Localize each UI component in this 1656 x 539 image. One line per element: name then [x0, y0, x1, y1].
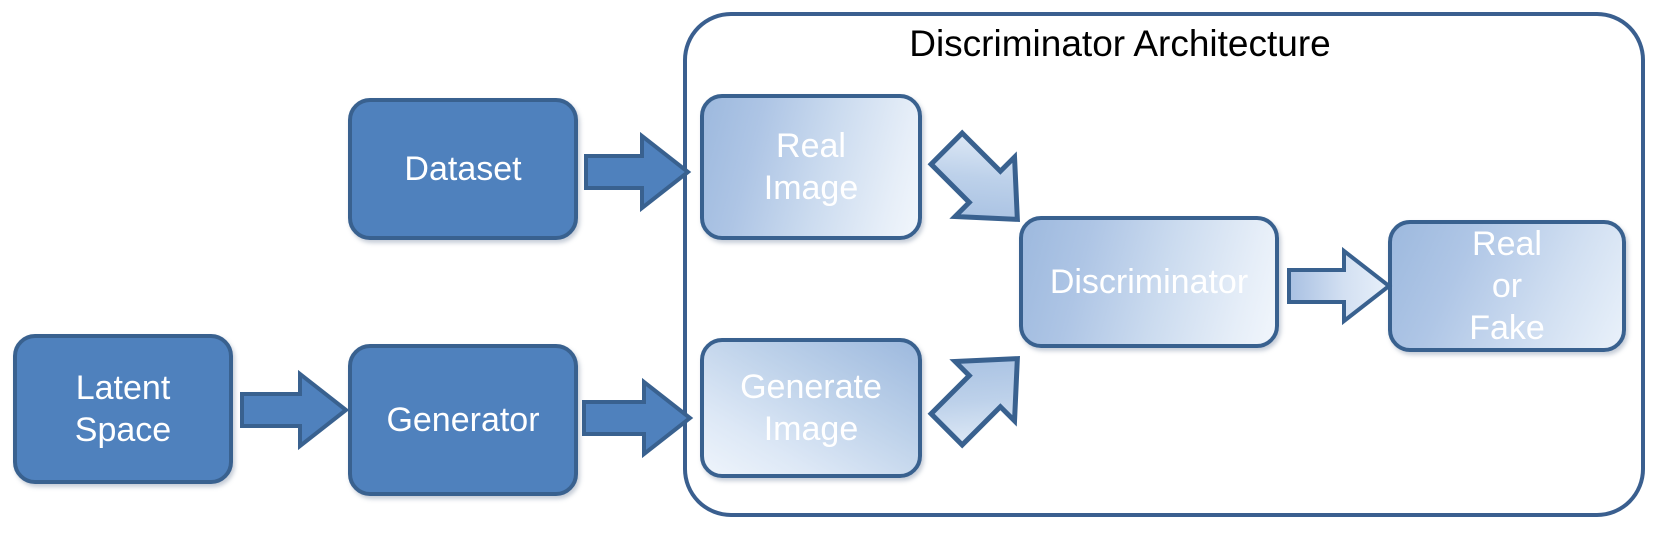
node-discriminator-label: Discriminator: [1049, 263, 1249, 301]
node-generator-label: Generator: [386, 401, 540, 439]
node-real-or-fake-label: Real or Fake: [1469, 225, 1545, 347]
node-dataset-label: Dataset: [404, 150, 522, 188]
node-latent-space[interactable]: Latent Space: [13, 334, 233, 484]
node-discriminator[interactable]: Discriminator: [1019, 216, 1279, 348]
node-real-image-label: Real Image: [763, 127, 859, 207]
node-real-or-fake[interactable]: Real or Fake: [1388, 220, 1626, 352]
arrow-generate-image-to-discriminator-icon: [926, 338, 1038, 450]
arrow-real-image-to-discriminator-icon: [926, 128, 1038, 240]
node-real-image[interactable]: Real Image: [700, 94, 922, 240]
group-title: Discriminator Architecture: [909, 23, 1331, 64]
node-generate-image[interactable]: Generate Image: [700, 338, 922, 478]
arrow-generator-to-generate-image-icon: [582, 377, 694, 459]
node-latent-space-label: Latent Space: [74, 369, 172, 449]
node-generator[interactable]: Generator: [348, 344, 578, 496]
arrow-discriminator-to-real-or-fake-icon: [1286, 246, 1393, 326]
node-generate-image-label: Generate Image: [740, 368, 882, 448]
node-dataset[interactable]: Dataset: [348, 98, 578, 240]
arrow-latent-space-to-generator-icon: [240, 369, 350, 451]
arrow-dataset-to-real-image-icon: [584, 131, 692, 213]
diagram-canvas: Discriminator Architecture Latent Space …: [0, 0, 1656, 539]
